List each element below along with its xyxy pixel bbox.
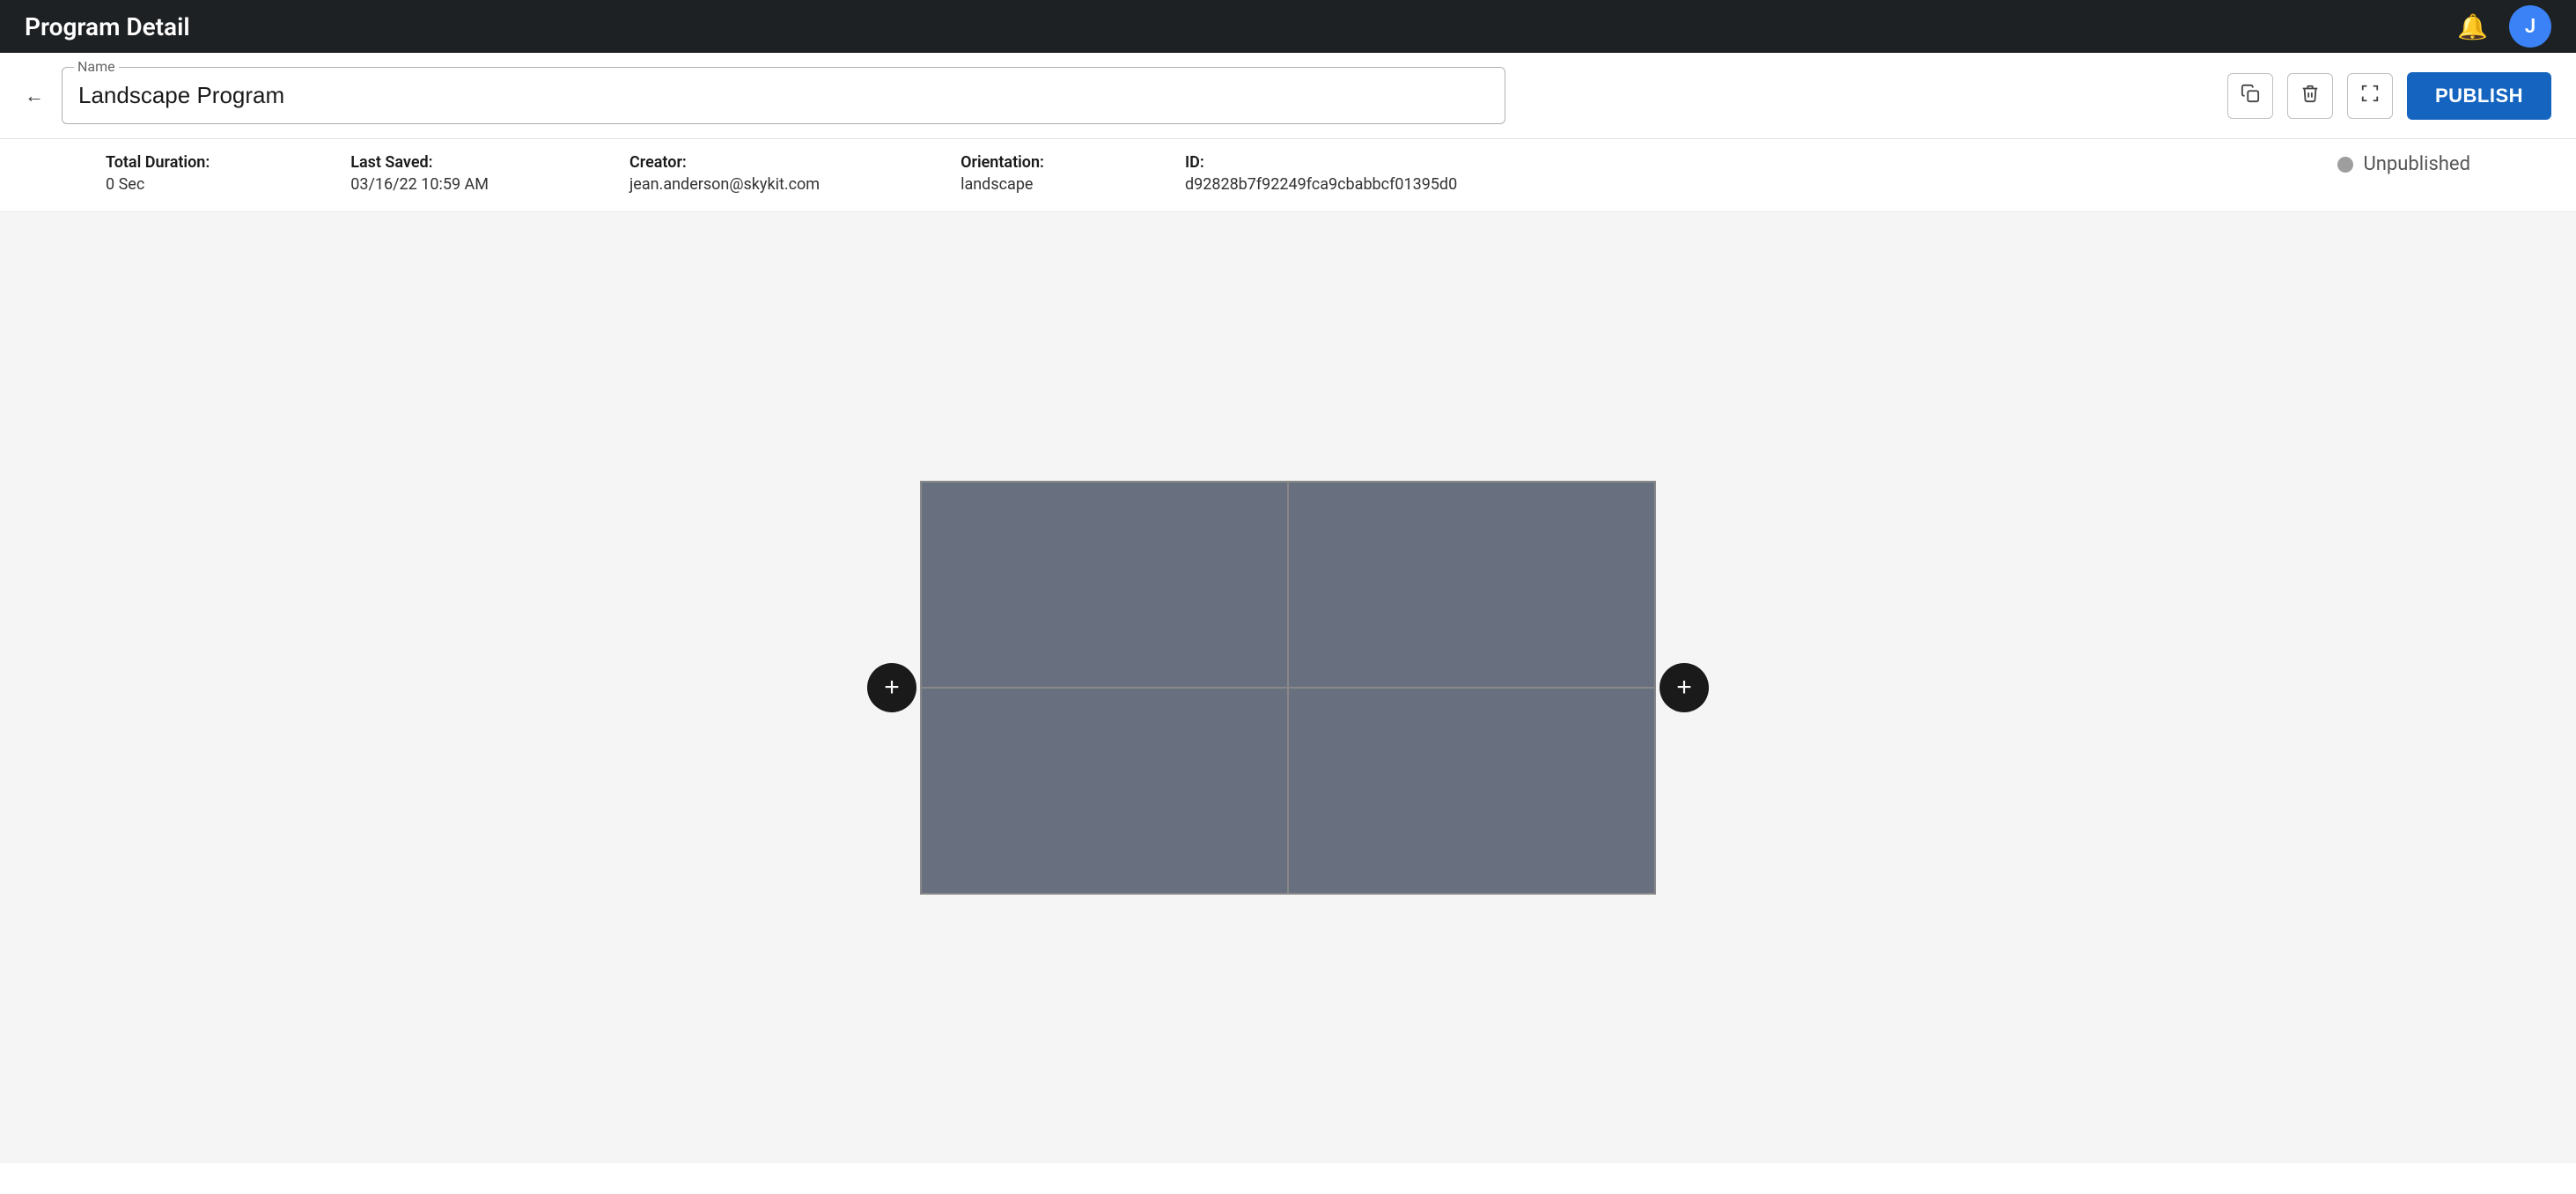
last-saved-label: Last Saved:	[350, 153, 489, 172]
orientation-label: Orientation:	[960, 153, 1044, 172]
fullscreen-button[interactable]	[2347, 73, 2393, 119]
screen-cell-top-right[interactable]	[1288, 482, 1655, 688]
meta-orientation: Orientation: landscape	[960, 153, 1044, 194]
header-right: 🔔 J	[2457, 5, 2551, 48]
avatar[interactable]: J	[2509, 5, 2551, 48]
delete-button[interactable]	[2287, 73, 2333, 119]
screen-cell-bottom-right[interactable]	[1288, 688, 1655, 894]
name-input[interactable]	[62, 67, 1505, 124]
add-slide-left-button[interactable]: +	[867, 663, 916, 712]
id-label: ID:	[1185, 153, 1457, 172]
screen-grid	[920, 481, 1656, 895]
page-title: Program Detail	[25, 12, 190, 41]
name-field-label: Name	[74, 58, 119, 75]
publish-button[interactable]: PUBLISH	[2407, 72, 2551, 120]
meta-total-duration: Total Duration: 0 Sec	[106, 153, 210, 194]
name-field-wrapper: Name	[62, 67, 1505, 124]
toolbar: ← Name	[0, 53, 2576, 139]
screen-cell-bottom-left[interactable]	[921, 688, 1288, 894]
back-button[interactable]: ←	[25, 85, 44, 107]
total-duration-label: Total Duration:	[106, 153, 210, 172]
add-slide-right-button[interactable]: +	[1660, 663, 1709, 712]
meta-creator: Creator: jean.anderson@skykit.com	[629, 153, 820, 194]
status-group: Unpublished	[2337, 153, 2471, 175]
meta-bar: Total Duration: 0 Sec Last Saved: 03/16/…	[0, 139, 2576, 212]
meta-id: ID: d92828b7f92249fca9cbabbcf01395d0	[1185, 153, 1457, 194]
status-dot	[2337, 157, 2353, 173]
meta-last-saved: Last Saved: 03/16/22 10:59 AM	[350, 153, 489, 194]
program-canvas: + +	[920, 481, 1656, 895]
toolbar-actions: PUBLISH	[2227, 72, 2551, 120]
last-saved-value: 03/16/22 10:59 AM	[350, 175, 489, 194]
creator-label: Creator:	[629, 153, 820, 172]
status-badge: Unpublished	[2364, 153, 2471, 175]
screen-cell-top-left[interactable]	[921, 482, 1288, 688]
canvas-area: + +	[0, 212, 2576, 1163]
orientation-value: landscape	[960, 175, 1044, 194]
bell-icon[interactable]: 🔔	[2457, 12, 2488, 41]
header-bar: Program Detail 🔔 J	[0, 0, 2576, 53]
copy-button[interactable]	[2227, 73, 2273, 119]
total-duration-value: 0 Sec	[106, 175, 210, 194]
id-value: d92828b7f92249fca9cbabbcf01395d0	[1185, 175, 1457, 194]
creator-value: jean.anderson@skykit.com	[629, 175, 820, 194]
fullscreen-icon	[2360, 84, 2380, 108]
copy-icon	[2241, 84, 2260, 108]
delete-icon	[2300, 84, 2320, 108]
